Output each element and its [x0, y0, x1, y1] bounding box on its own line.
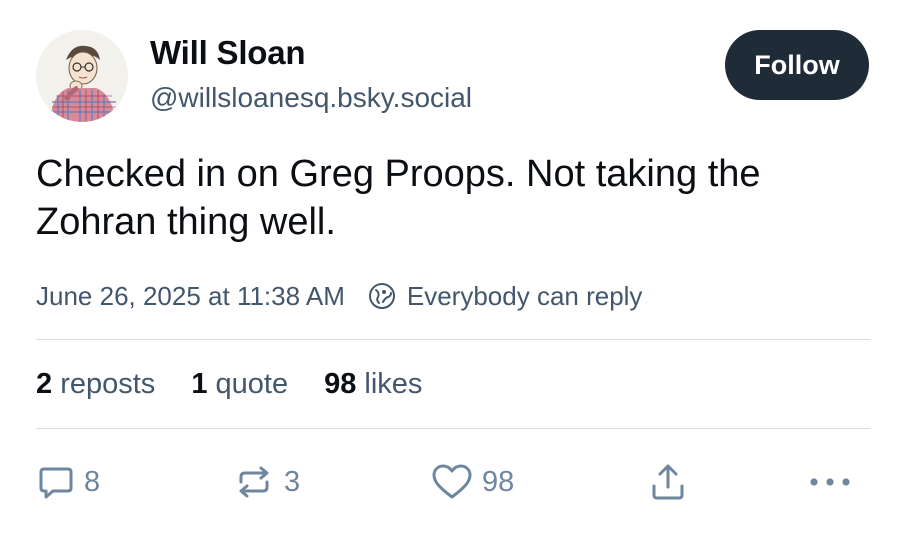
quotes-label: quote	[215, 367, 289, 400]
repost-arrows-icon	[239, 466, 269, 498]
author-handle[interactable]: @willsloanesq.bsky.social	[150, 82, 472, 114]
quotes-stat[interactable]: 1 quote	[191, 368, 288, 401]
avatar[interactable]	[36, 30, 128, 122]
reposts-count: 2	[36, 367, 53, 400]
reposts-label: reposts	[60, 367, 156, 400]
ellipsis-icon	[810, 478, 850, 486]
avatar-illustration	[36, 30, 128, 122]
reposts-stat[interactable]: 2 reposts	[36, 368, 155, 401]
author-display-name[interactable]: Will Sloan	[150, 34, 306, 72]
globe-icon	[367, 281, 397, 311]
engagement-stats: 2 reposts 1 quote 98 likes	[36, 364, 458, 404]
share-icon	[652, 464, 684, 500]
speech-bubble-icon	[39, 467, 73, 499]
post-meta: June 26, 2025 at 11:38 AM Everybody can …	[36, 278, 642, 314]
post-card: Will Sloan @willsloanesq.bsky.social Fol…	[0, 0, 905, 534]
like-button[interactable]: 98	[430, 460, 514, 504]
more-options-button[interactable]	[804, 460, 856, 504]
repost-button[interactable]: 3	[232, 460, 300, 504]
divider	[36, 339, 870, 340]
quotes-count: 1	[191, 367, 208, 400]
post-text: Checked in on Greg Proops. Not taking th…	[36, 153, 761, 243]
divider	[36, 428, 870, 429]
reply-count: 8	[84, 465, 101, 498]
like-count: 98	[482, 465, 515, 498]
post-timestamp[interactable]: June 26, 2025 at 11:38 AM	[36, 281, 345, 312]
reply-setting[interactable]: Everybody can reply	[407, 281, 643, 312]
share-button[interactable]	[648, 460, 688, 504]
likes-label: likes	[364, 367, 423, 400]
likes-count: 98	[324, 367, 357, 400]
heart-icon	[432, 464, 472, 499]
reply-button[interactable]: 8	[36, 460, 100, 504]
repost-count: 3	[284, 465, 301, 498]
follow-button[interactable]: Follow	[725, 30, 869, 100]
likes-stat[interactable]: 98 likes	[324, 368, 422, 401]
